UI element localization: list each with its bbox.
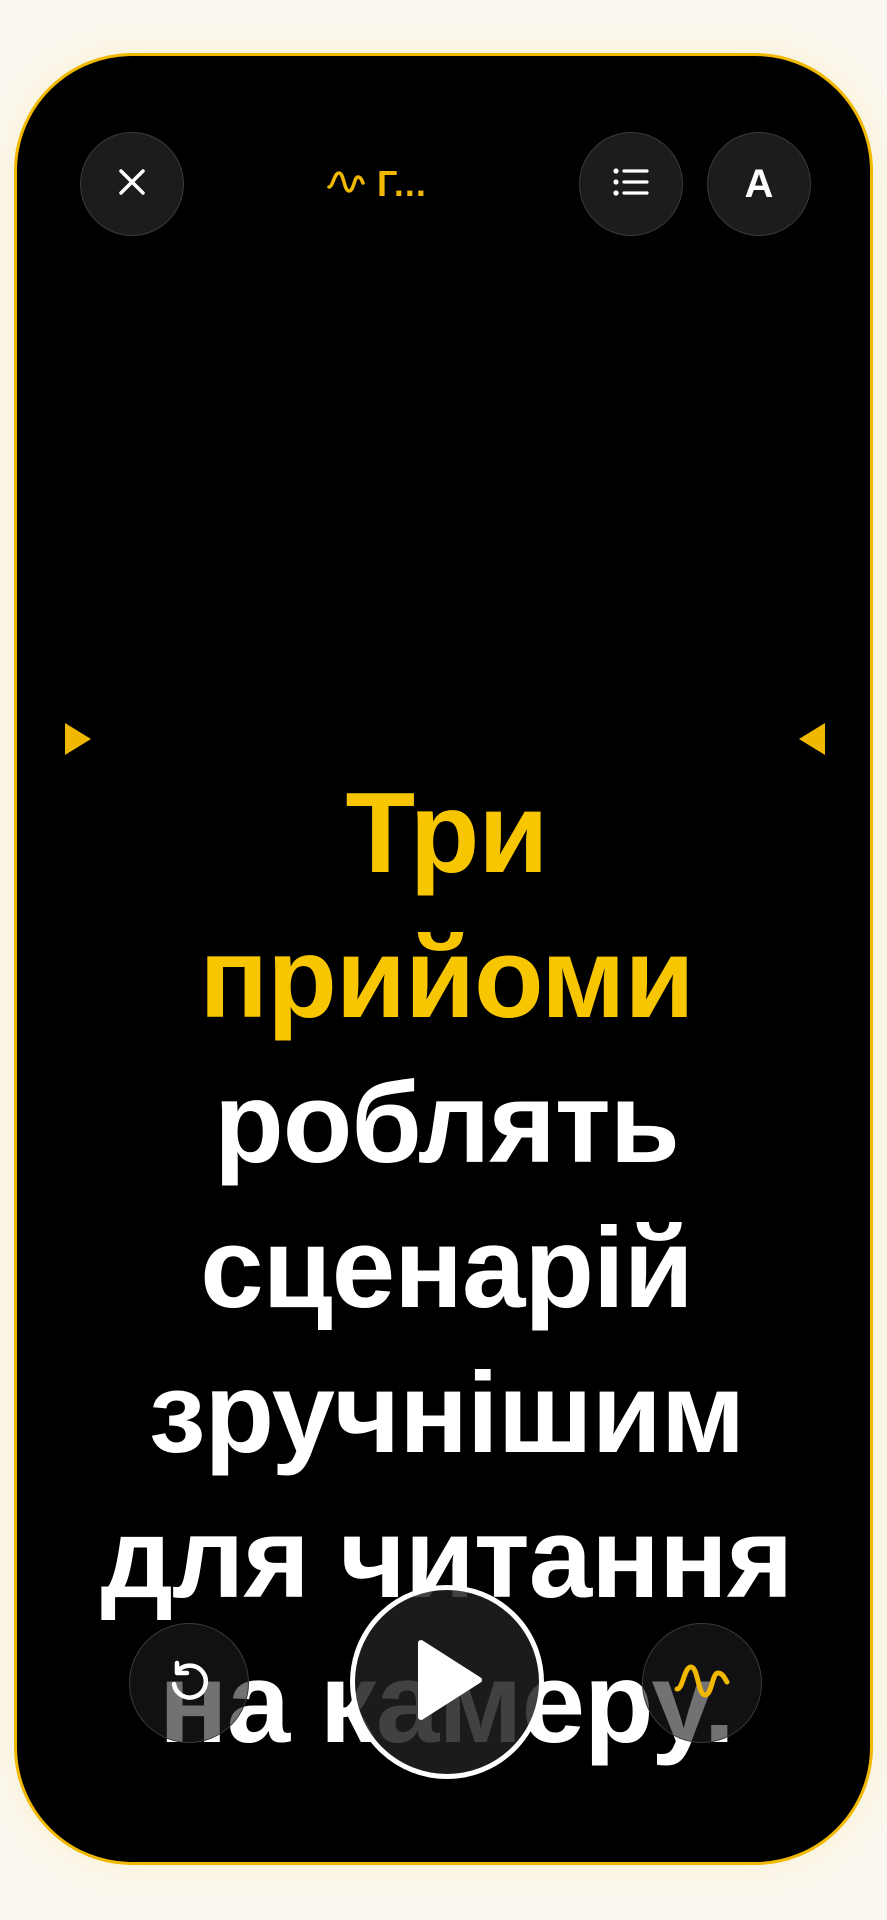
play-button[interactable] [350, 1585, 544, 1779]
script-word: зручнішим [148, 1350, 745, 1477]
waveform-icon [327, 169, 365, 200]
script-title-text: Г... [377, 163, 427, 204]
reading-line-marker-right [799, 723, 825, 760]
reading-line-marker-left [65, 723, 91, 760]
script-word: сценарій [200, 1205, 694, 1332]
teleprompter-screen: Г... A Три прийоми роблять сценарій зручніши… [14, 53, 873, 1865]
script-line: роблять [57, 1051, 836, 1196]
script-line: прийоми [57, 906, 836, 1051]
play-icon [407, 1637, 487, 1728]
script-word-highlighted: прийоми [199, 915, 694, 1042]
restart-icon [164, 1656, 214, 1711]
close-button[interactable] [80, 132, 184, 236]
script-title[interactable]: Г... [327, 161, 427, 207]
script-word: роблять [214, 1060, 680, 1187]
speed-button[interactable] [642, 1623, 762, 1743]
script-word-highlighted: Три [345, 770, 548, 897]
script-line: зручнішим [57, 1341, 836, 1486]
font-settings-button[interactable]: A [707, 132, 811, 236]
close-icon [116, 166, 148, 203]
list-icon [612, 167, 650, 202]
script-line: сценарій [57, 1196, 836, 1341]
script-list-button[interactable] [579, 132, 683, 236]
waveform-icon [674, 1661, 730, 1706]
script-line: Три [57, 761, 836, 906]
font-settings-label: A [744, 161, 774, 206]
restart-button[interactable] [129, 1623, 249, 1743]
